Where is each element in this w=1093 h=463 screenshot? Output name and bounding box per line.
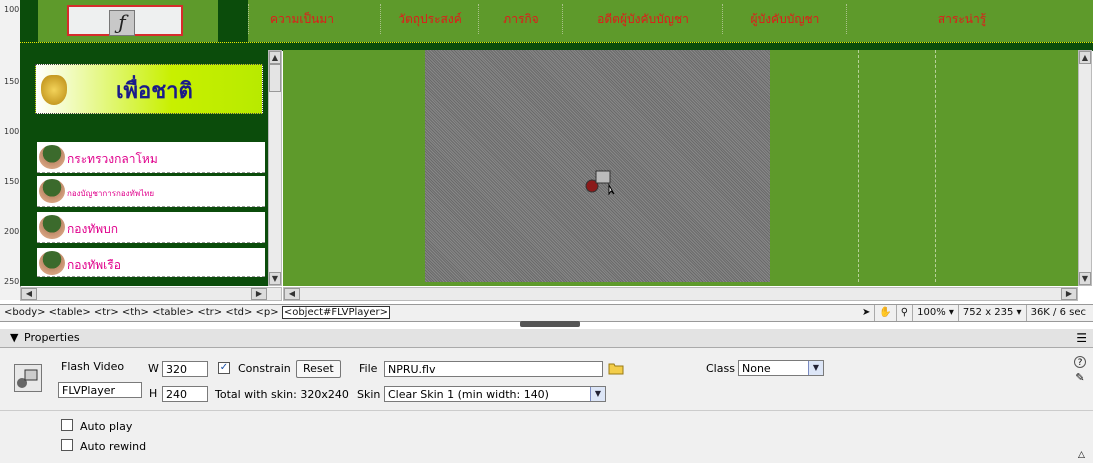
soldier-icon: [39, 251, 65, 275]
soldier-icon: [39, 145, 65, 169]
class-select[interactable]: None ▼: [738, 360, 824, 376]
width-label: W: [148, 362, 159, 375]
flash-video-type-icon: [14, 364, 42, 392]
vertical-ruler: 100 150 100 150 200 250: [0, 0, 21, 300]
active-tag[interactable]: <object#FLVPlayer>: [281, 306, 390, 319]
nav-item-knowledge[interactable]: สาระน่ารู้: [846, 4, 1077, 34]
height-label: H: [149, 387, 158, 400]
autoplay-checkbox[interactable]: [61, 419, 73, 431]
properties-divider: [0, 410, 1093, 411]
select-tool-icon[interactable]: ➤: [858, 305, 874, 321]
royal-emblem-icon: [41, 75, 67, 105]
ruler-label: 100: [4, 5, 20, 14]
scroll-down-arrow-icon[interactable]: ▼: [1079, 272, 1091, 285]
scroll-down-arrow-icon[interactable]: ▼: [269, 272, 281, 285]
chevron-down-icon[interactable]: ▼: [590, 387, 605, 401]
hand-tool-icon[interactable]: ✋: [874, 305, 895, 321]
tag-selector-bar: <body> <table> <tr> <th> <table> <tr> <t…: [0, 304, 1093, 322]
nav-item-objectives[interactable]: วัตถุประสงค์: [380, 4, 479, 34]
sidebar-logo-box: เพื่อชาติ: [35, 64, 263, 114]
ruler-label: 100: [4, 127, 20, 136]
expand-triangle-icon[interactable]: △: [1078, 450, 1085, 460]
window-size-select[interactable]: 752 x 235 ▾: [957, 305, 1026, 321]
sidebar-darkband: [35, 114, 263, 134]
browse-folder-icon[interactable]: [608, 360, 624, 375]
autorewind-checkbox[interactable]: [61, 439, 73, 451]
status-area: ➤ ✋ ⚲ 100% ▾ 752 x 235 ▾ 36K / 6 sec: [858, 305, 1090, 321]
banner-dark-block: [218, 0, 248, 42]
file-field[interactable]: NPRU.flv: [384, 361, 603, 377]
panel-collapse-handle[interactable]: [520, 321, 580, 327]
sidebar-link-label: กระทรวงกลาโหม: [67, 152, 158, 166]
skin-select-value: Clear Skin 1 (min width: 140): [388, 388, 549, 401]
help-icon[interactable]: ?: [1074, 356, 1086, 368]
collapse-triangle-icon[interactable]: ▼: [10, 329, 18, 347]
sidebar-link-label: กองทัพเรือ: [67, 258, 121, 272]
zoom-tool-icon[interactable]: ⚲: [895, 305, 912, 321]
tag-path-text[interactable]: <body> <table> <tr> <th> <table> <tr> <t…: [4, 307, 279, 318]
constrain-checkbox[interactable]: ✓: [218, 362, 230, 374]
scroll-left-arrow-icon[interactable]: ◀: [284, 288, 300, 300]
sidebar-link-army[interactable]: กองทัพบก: [37, 212, 265, 243]
soldier-icon: [39, 215, 65, 239]
skin-select[interactable]: Clear Skin 1 (min width: 140) ▼: [384, 386, 606, 402]
main-horizontal-scrollbar[interactable]: ◀ ▶: [283, 287, 1078, 301]
sidebar-horizontal-scrollbar[interactable]: ◀ ▶: [20, 287, 282, 301]
scroll-up-arrow-icon[interactable]: ▲: [1079, 51, 1091, 64]
scroll-right-arrow-icon[interactable]: ▶: [1061, 288, 1077, 300]
soldier-icon: [39, 179, 65, 203]
flash-icon: ƒ: [109, 10, 135, 36]
nav-item-mission[interactable]: ภารกิจ: [478, 4, 563, 34]
column-guide: [858, 50, 860, 282]
sidebar-vertical-scrollbar[interactable]: ▲ ▼: [268, 50, 282, 286]
sidebar-link-label: กองทัพบก: [67, 222, 119, 236]
zoom-select[interactable]: 100% ▾: [912, 305, 958, 321]
flash-video-icon: [585, 165, 615, 196]
main-vertical-scrollbar[interactable]: ▲ ▼: [1078, 50, 1092, 286]
ruler-label: 150: [4, 177, 20, 186]
file-label: File: [359, 362, 378, 375]
properties-title: Properties: [24, 331, 80, 344]
sidebar-link-label: กองบัญชาการกองทัพไทย: [67, 189, 155, 198]
class-label: Class: [706, 362, 735, 375]
properties-panel-header[interactable]: ▼ Properties ☰: [0, 329, 1093, 348]
total-skin-label: Total with skin: 320x240: [215, 388, 349, 401]
scroll-right-arrow-icon[interactable]: ▶: [251, 288, 267, 300]
tag-path[interactable]: <body> <table> <tr> <th> <table> <tr> <t…: [4, 305, 390, 321]
width-field[interactable]: 320: [162, 361, 208, 377]
download-size: 36K / 6 sec: [1025, 305, 1090, 321]
object-name-field[interactable]: FLVPlayer: [58, 382, 142, 398]
scroll-up-arrow-icon[interactable]: ▲: [269, 51, 281, 64]
autorewind-label: Auto rewind: [80, 440, 147, 453]
properties-panel: Flash Video FLVPlayer W 320 H 240 ✓ Cons…: [0, 348, 1093, 463]
height-field[interactable]: 240: [162, 386, 208, 402]
banner-dark-strip: [20, 0, 38, 42]
constrain-label: Constrain: [238, 362, 291, 375]
sidebar-logo-text: เพื่อชาติ: [116, 79, 193, 104]
ruler-label: 150: [4, 77, 20, 86]
edit-icon[interactable]: ✎: [1074, 372, 1086, 384]
panel-options-menu-icon[interactable]: ☰: [1076, 329, 1087, 347]
scroll-thumb[interactable]: [269, 64, 281, 92]
ruler-label: 200: [4, 227, 20, 236]
sidebar-link-ministry-of-defence[interactable]: กระทรวงกลาโหม: [37, 142, 265, 173]
nav-item-commanders[interactable]: ผู้บังคับบัญชา: [722, 4, 847, 34]
object-type-label: Flash Video: [61, 360, 125, 373]
scroll-left-arrow-icon[interactable]: ◀: [21, 288, 37, 300]
sidebar-link-navy[interactable]: กองทัพเรือ: [37, 248, 265, 277]
column-guide: [935, 50, 937, 282]
reset-button[interactable]: Reset: [296, 360, 341, 378]
nav-item-history[interactable]: ความเป็นมา: [248, 4, 355, 34]
nav-item-former-commanders[interactable]: อดีตผู้บังคับบัญชา: [562, 4, 723, 34]
autoplay-label: Auto play: [80, 420, 133, 433]
sidebar-link-royal-thai-armed-forces[interactable]: กองบัญชาการกองทัพไทย: [37, 176, 265, 207]
chevron-down-icon[interactable]: ▼: [808, 361, 823, 375]
ruler-label: 250: [4, 277, 20, 286]
skin-label: Skin: [357, 388, 381, 401]
flash-placeholder[interactable]: ƒ: [67, 5, 183, 36]
class-select-value: None: [742, 362, 771, 375]
